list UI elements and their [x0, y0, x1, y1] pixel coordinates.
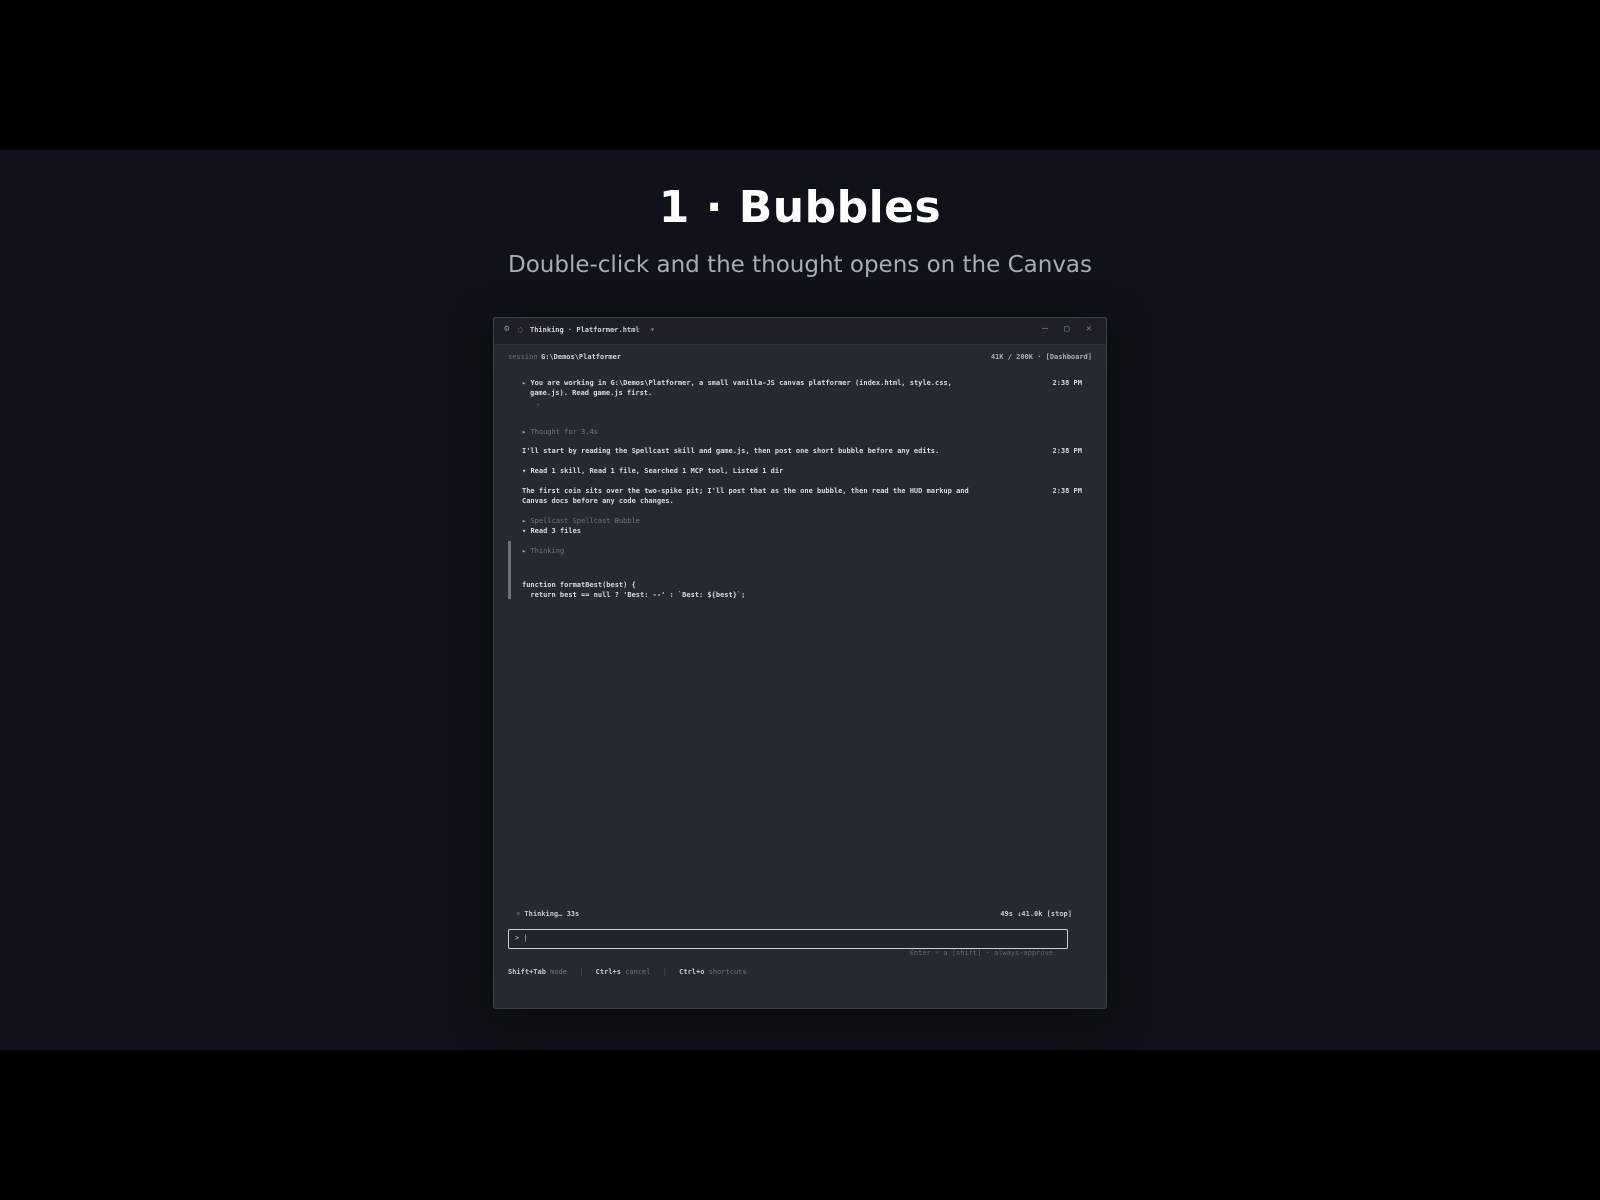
- path-label: session: [508, 353, 538, 361]
- new-tab-icon[interactable]: +: [634, 324, 640, 335]
- code-line-1: function formatBest(best) {: [522, 581, 636, 589]
- spinner-icon: ◌: [518, 325, 523, 334]
- spellcast-toggle[interactable]: ▸ Spellcast Spellcast Bubble: [522, 516, 1082, 526]
- app-icon: ⚙: [504, 324, 510, 334]
- read-files-label: Read 3 files: [530, 527, 582, 535]
- user-message-time: 2:38 PM: [1052, 379, 1082, 387]
- close-icon[interactable]: ✕: [1086, 324, 1091, 334]
- shortcut-key-cancel: Ctrl+s: [595, 968, 621, 976]
- assistant-message-time: 2:38 PM: [1052, 447, 1082, 455]
- tools-summary[interactable]: ▾ Read 1 skill, Read 1 file, Searched 1 …: [522, 466, 1082, 476]
- terminal-window: ⚙ ◌ Thinking · Platformer.html ✕ + ▾ — ▢…: [493, 317, 1107, 1009]
- thought-toggle[interactable]: ▸ Thought for 3.4s: [522, 427, 1082, 437]
- divider: |: [662, 968, 667, 976]
- prompt-input[interactable]: > | Enter ⏎ a [shift] · always-approve: [508, 929, 1068, 957]
- thought-label: Thought for 3.4s: [530, 428, 598, 436]
- context-usage[interactable]: 41K / 200K · [Dashboard]: [991, 353, 1092, 361]
- assistant-message-text: I'll start by reading the Spellcast skil…: [522, 447, 940, 455]
- input-hint: Enter ⏎ a [shift] · always-approve: [907, 949, 1055, 957]
- tab-title[interactable]: Thinking · Platformer.html: [530, 326, 640, 334]
- slide-subtitle: Double-click and the thought opens on th…: [507, 252, 1093, 278]
- chevron-down-icon[interactable]: ▾: [650, 325, 655, 334]
- minimize-icon[interactable]: —: [1042, 323, 1048, 334]
- slide-title: 1 · Bubbles: [658, 182, 942, 233]
- read-files-toggle[interactable]: ▾ Read 3 files: [522, 526, 1082, 536]
- shortcut-key-shortcuts: Ctrl+o: [679, 968, 705, 976]
- thinking-status: ◦ Thinking… 33s: [516, 910, 580, 918]
- thinking-label: Thinking: [530, 547, 565, 555]
- shortcut-desc-mode: mode: [550, 968, 568, 976]
- user-message-line-2: game.js). Read game.js first.: [530, 389, 653, 397]
- path-bar: session G:\Demos\Platformer 41K / 200K ·…: [508, 353, 1092, 367]
- working-directory: G:\Demos\Platformer: [541, 353, 622, 361]
- collapse-icon[interactable]: ⌄: [536, 398, 1096, 408]
- thinking-toggle[interactable]: ▸ Thinking: [522, 546, 1082, 556]
- assistant-message-line-2: Canvas docs before any code changes.: [522, 497, 674, 505]
- shortcut-footer: Shift+Tab mode | Ctrl+s cancel | Ctrl+o …: [508, 968, 1092, 976]
- spellcast-label: Spellcast Spellcast Bubble: [530, 517, 641, 525]
- tab-close-icon[interactable]: ✕: [612, 325, 617, 334]
- thinking-indicator-bar: [508, 541, 511, 599]
- title-bar: ⚙ ◌ Thinking · Platformer.html ✕ + ▾ — ▢…: [494, 318, 1106, 345]
- code-line-2: return best == null ? 'Best: --' : `Best…: [522, 591, 746, 599]
- divider: |: [579, 968, 584, 976]
- tools-summary-text: Read 1 skill, Read 1 file, Searched 1 MC…: [530, 467, 784, 475]
- shortcut-desc-shortcuts: shortcuts: [708, 968, 747, 976]
- maximize-icon[interactable]: ▢: [1064, 324, 1069, 334]
- shortcut-desc-cancel: cancel: [625, 968, 651, 976]
- status-bar: ◦ Thinking… 33s 49s ↓41.0k [stop]: [516, 910, 1072, 924]
- input-prompt: > |: [515, 934, 528, 942]
- assistant-message-time: 2:38 PM: [1052, 487, 1082, 495]
- user-message-line-1: You are working in G:\Demos\Platformer, …: [530, 379, 952, 387]
- assistant-message-line-1: The first coin sits over the two-spike p…: [522, 487, 969, 495]
- stop-control[interactable]: 49s ↓41.0k [stop]: [1000, 910, 1072, 918]
- shortcut-key-mode: Shift+Tab: [508, 968, 546, 976]
